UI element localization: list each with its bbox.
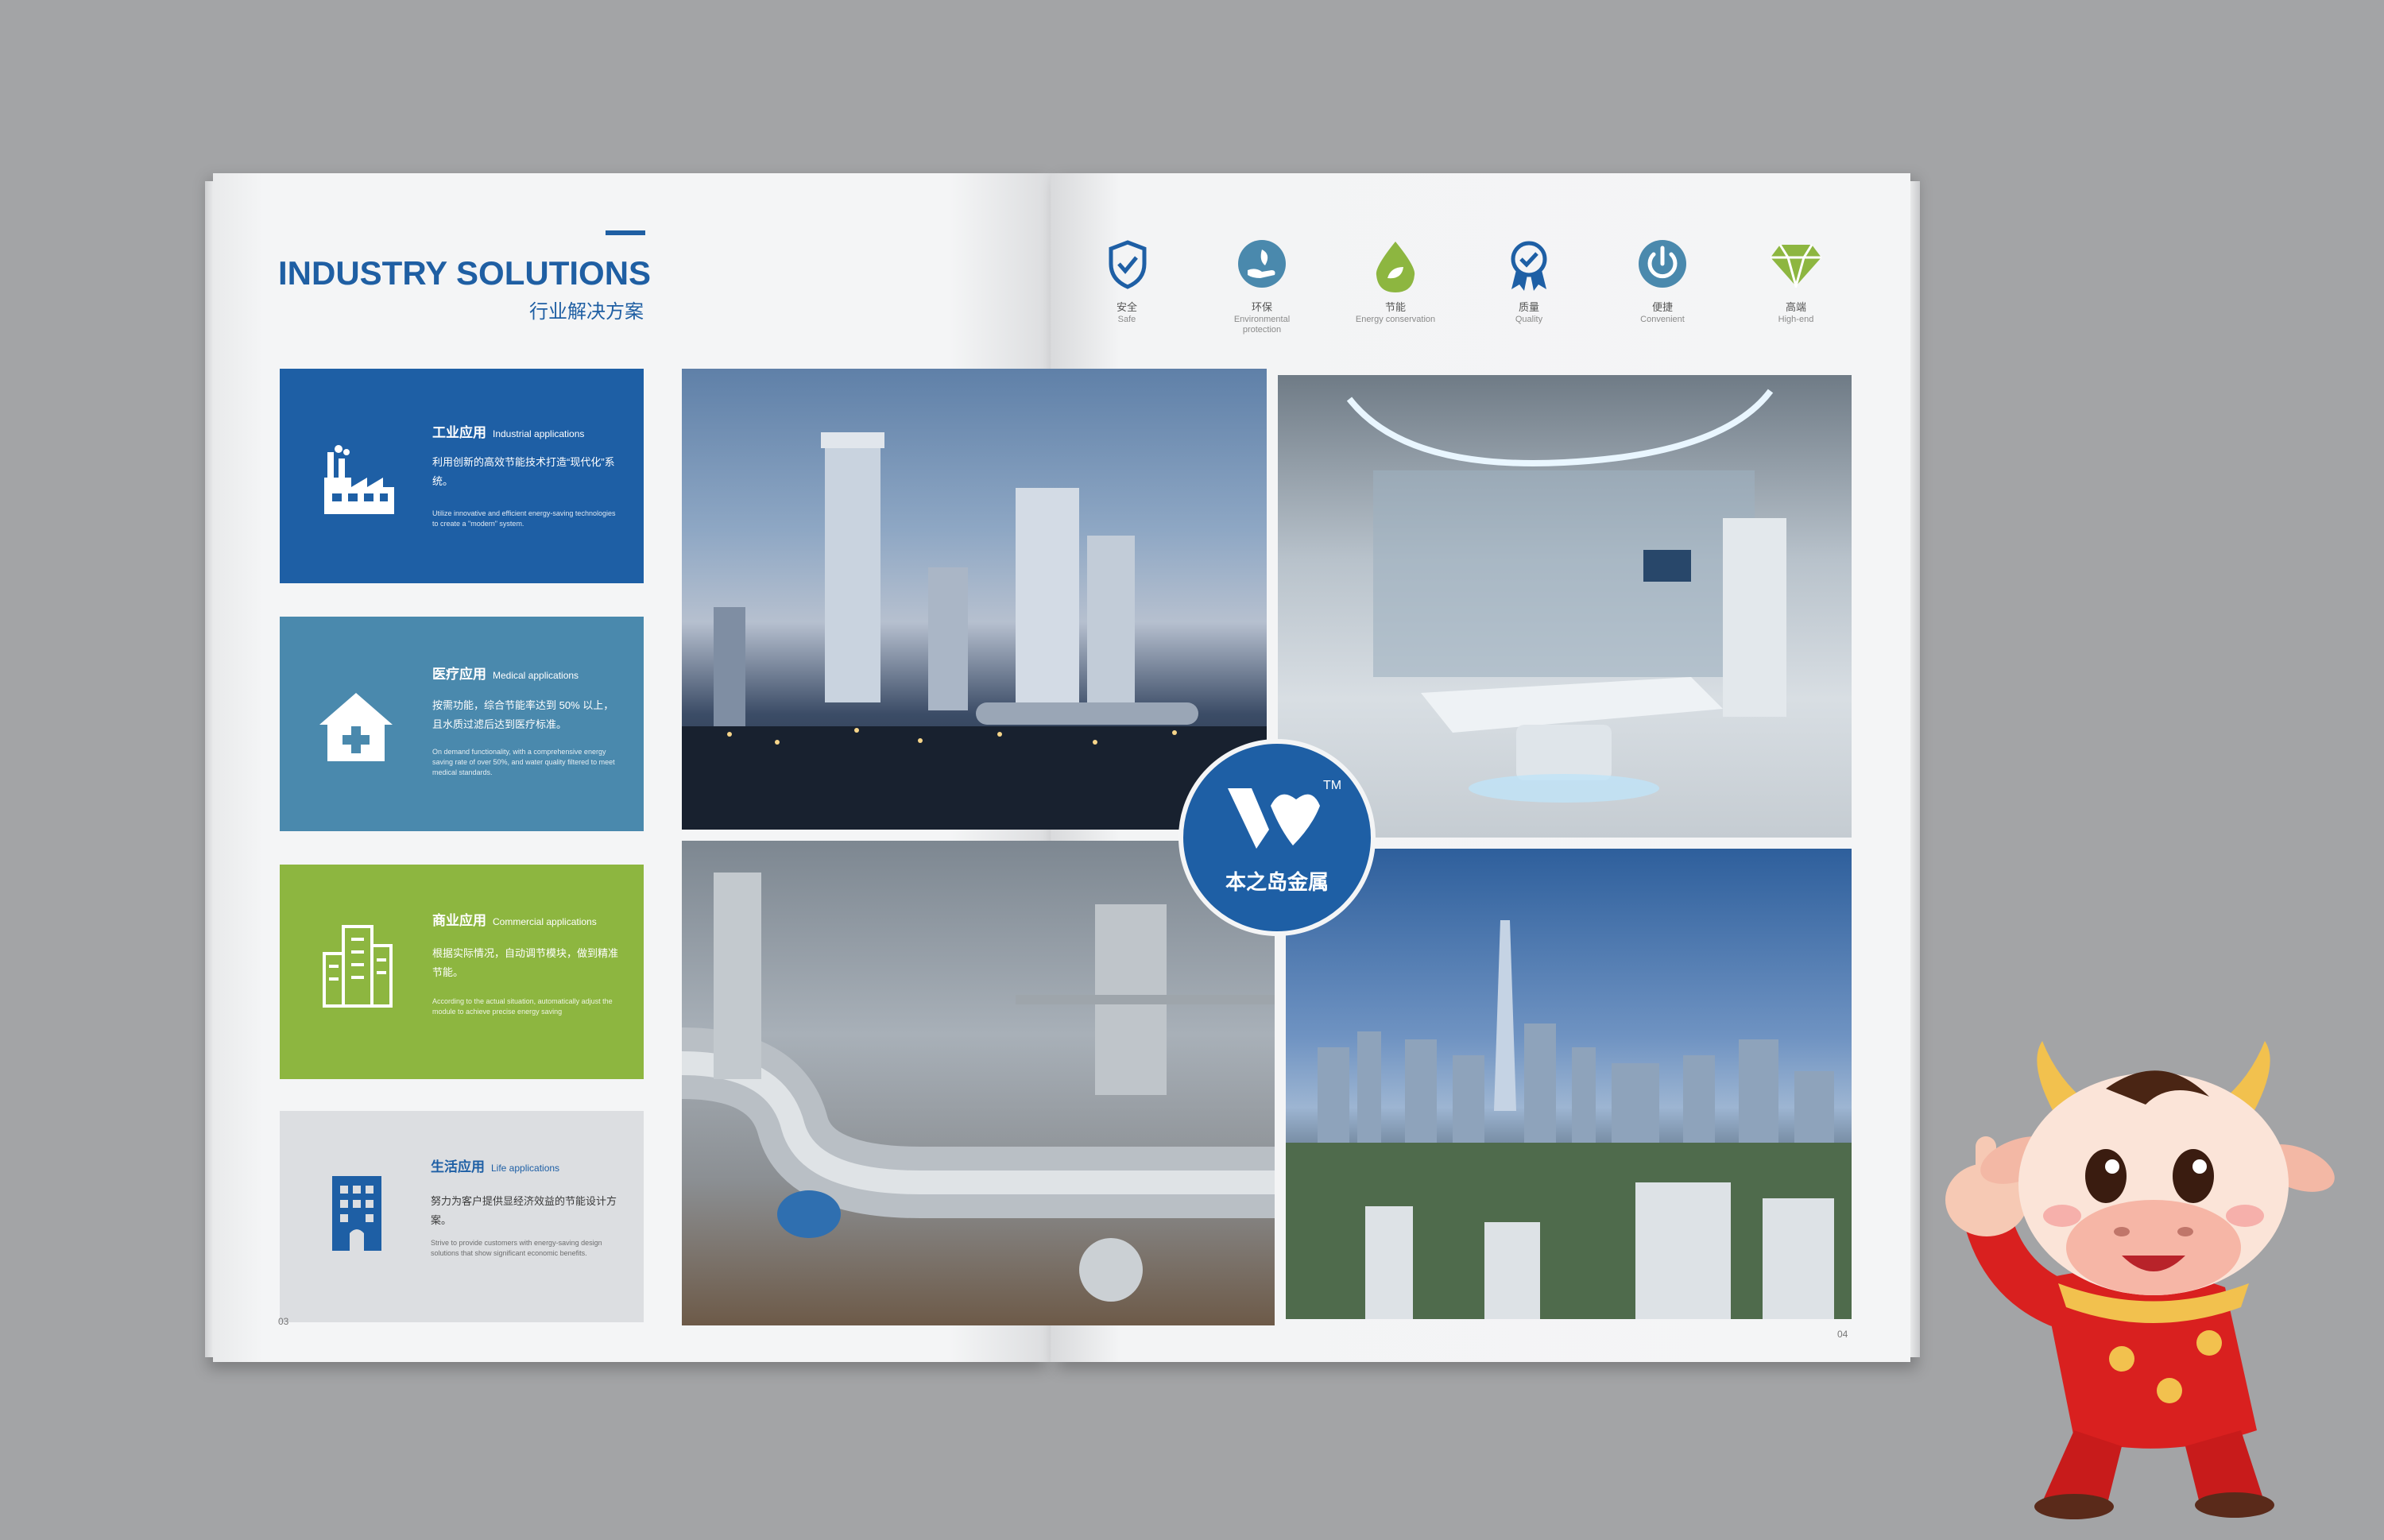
- apartment-icon: [332, 1176, 381, 1251]
- page-subtitle: 行业解决方案: [529, 301, 644, 323]
- feature-label-en: High-end: [1778, 315, 1814, 324]
- feature-energy: 节能 Energy conservation: [1348, 238, 1443, 342]
- photo-pipes: [682, 841, 1275, 1325]
- card-body-zh: 利用创新的高效节能技术打造“现代化”系统。: [432, 456, 615, 487]
- card-title-zh: 工业应用: [432, 425, 486, 440]
- card-body-en: Strive to provide customers with energy-…: [431, 1239, 602, 1257]
- photo-city-skyline: [1286, 849, 1852, 1319]
- factory-icon: [324, 445, 394, 514]
- feature-label-en: Safe: [1117, 315, 1136, 324]
- feature-label-zh: 便捷: [1651, 301, 1673, 313]
- power-icon: [1639, 240, 1686, 288]
- brand-mark-icon: [1228, 788, 1320, 849]
- brand-name: 本之岛金属: [1225, 870, 1329, 894]
- card-title-en: Life applications: [491, 1163, 560, 1174]
- feature-high-end: 高端 High-end: [1748, 238, 1844, 342]
- page-edge-stack-right: [1910, 181, 1920, 1357]
- card-body-en: On demand functionality, with a comprehe…: [432, 748, 615, 776]
- feature-label-en: Energy conservation: [1355, 315, 1436, 324]
- card-body-zh: 按需功能，综合节能率达到 50% 以上，且水质过滤后达到医疗标准。: [432, 699, 614, 730]
- card-body-en: According to the actual situation, autom…: [432, 997, 613, 1016]
- water-drop-icon: [1376, 242, 1415, 292]
- card-title-zh: 商业应用: [432, 913, 486, 928]
- card-medical: 医疗应用 Medical applications 按需功能，综合节能率达到 50…: [280, 617, 644, 831]
- hospital-icon: [319, 693, 393, 761]
- card-body-en: Utilize innovative and efficient energy-…: [432, 509, 616, 528]
- buildings-icon: [323, 925, 393, 1008]
- feature-label-zh: 安全: [1116, 301, 1137, 313]
- title-accent-bar: [606, 230, 645, 235]
- feature-label-en: Environmental protection: [1233, 315, 1291, 335]
- shield-check-icon: [1109, 240, 1147, 289]
- ox-mascot-illustration: [1945, 1041, 2335, 1519]
- page-title: INDUSTRY SOLUTIONS: [278, 254, 652, 292]
- skyline-graphic: [1286, 920, 1852, 1319]
- medical-room-graphic: [1346, 389, 1786, 803]
- feature-convenient: 便捷 Convenient: [1615, 238, 1710, 342]
- photo-medical-room: [1278, 375, 1852, 838]
- feature-label-zh: 高端: [1785, 301, 1806, 313]
- page-number-right: 04: [1837, 1329, 1848, 1340]
- pipes-graphic: [682, 873, 1275, 1302]
- card-title-en: Medical applications: [493, 670, 579, 681]
- quality-badge-icon: [1511, 241, 1547, 291]
- feature-label-zh: 质量: [1518, 301, 1539, 313]
- feature-label-en: Quality: [1515, 315, 1543, 324]
- brand-tm: TM: [1323, 779, 1342, 792]
- card-life: 生活应用 Life applications 努力为客户提供显经济效益的节能设计方…: [280, 1111, 644, 1322]
- card-title-zh: 医疗应用: [432, 667, 486, 682]
- brand-logo-emblem: TM 本之岛金属: [1178, 739, 1376, 936]
- page-number-left: 03: [278, 1316, 289, 1327]
- card-body-zh: 努力为客户提供显经济效益的节能设计方案。: [431, 1195, 617, 1226]
- card-title-zh: 生活应用: [431, 1159, 485, 1174]
- card-industrial: 工业应用 Industrial applications 利用创新的高效节能技术打…: [280, 369, 644, 583]
- feature-environmental: 环保 Environmental protection: [1214, 238, 1310, 342]
- card-body-zh: 根据实际情况，自动调节模块，做到精准节能。: [432, 947, 619, 978]
- page-edge-stack: [205, 181, 213, 1357]
- photo-refinery: [682, 369, 1267, 830]
- eco-hand-icon: [1238, 240, 1286, 288]
- feature-label-zh: 环保: [1251, 301, 1272, 313]
- feature-label-en: Convenient: [1640, 315, 1685, 324]
- feature-safe: 安全 Safe: [1079, 238, 1175, 342]
- feature-label-zh: 节能: [1384, 301, 1406, 313]
- diamond-icon: [1771, 244, 1821, 288]
- feature-quality: 质量 Quality: [1481, 238, 1577, 342]
- card-title-en: Commercial applications: [493, 916, 597, 927]
- card-commercial: 商业应用 Commercial applications 根据实际情况，自动调节模…: [280, 865, 644, 1079]
- refinery-graphic: [682, 432, 1267, 830]
- card-title-en: Industrial applications: [493, 428, 585, 439]
